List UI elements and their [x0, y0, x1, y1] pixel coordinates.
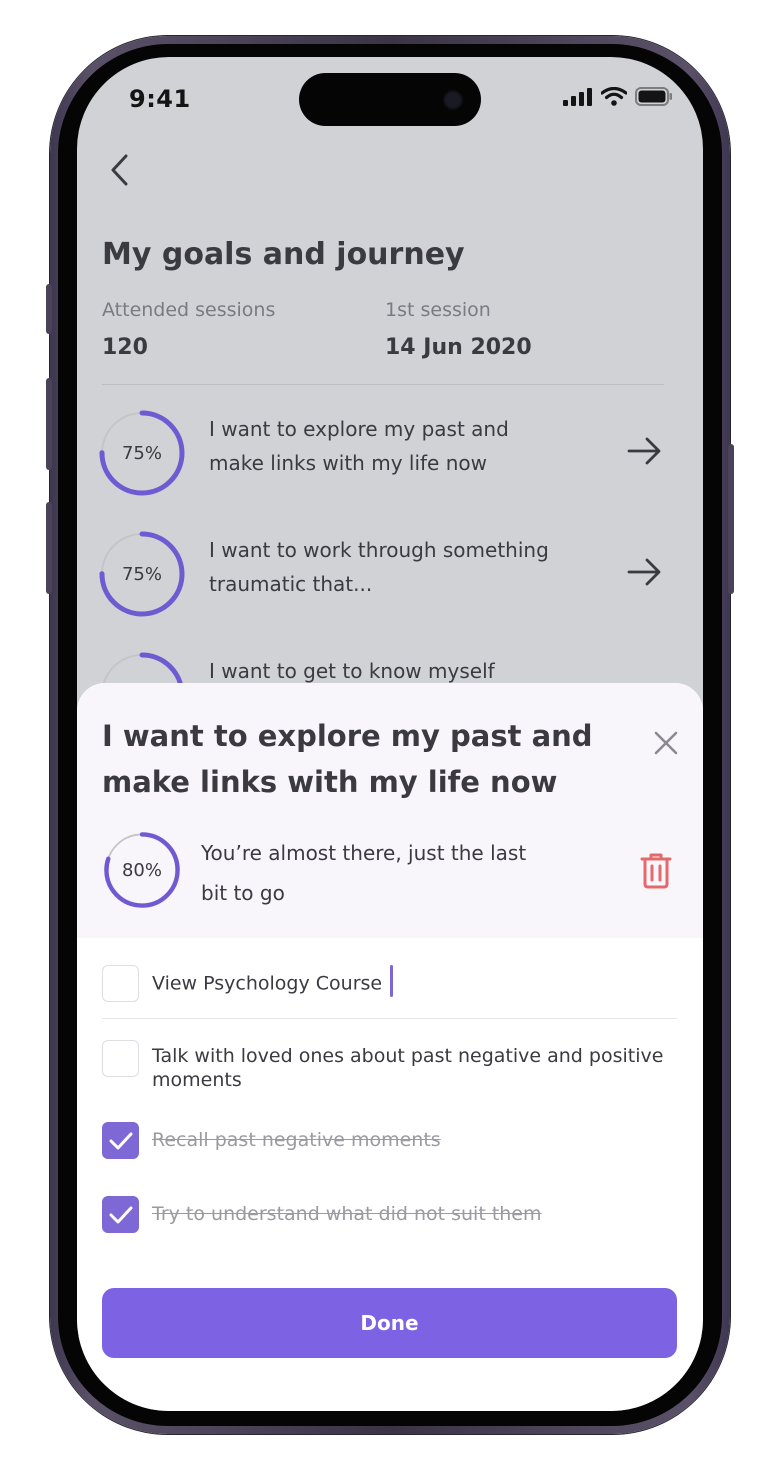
stat-value: 120: [102, 335, 148, 360]
arrow-right-icon[interactable]: [627, 436, 663, 466]
task-checkbox[interactable]: [102, 1040, 139, 1077]
stat-label: Attended sessions: [102, 299, 276, 321]
close-icon[interactable]: [652, 729, 680, 757]
dynamic-island: [299, 73, 481, 126]
checkmark-icon: [109, 1206, 133, 1224]
signal-icon: [563, 87, 592, 106]
task-checkbox-checked[interactable]: [102, 1122, 139, 1159]
task-text: Try to understand what did not suit them: [152, 1203, 542, 1225]
volume-up-button: [46, 378, 52, 470]
task-checkbox-checked[interactable]: [102, 1196, 139, 1233]
status-icons: [563, 87, 673, 106]
text-cursor: [390, 965, 394, 997]
arrow-right-icon[interactable]: [627, 557, 663, 587]
task-item[interactable]: Recall past negative moments: [102, 1122, 682, 1159]
screen: 9:41 My goals and journey Attended sessi…: [77, 57, 703, 1411]
goal-percent: 75%: [121, 563, 162, 585]
chevron-left-icon: [111, 154, 128, 186]
sheet-title: I want to explore my past and make links…: [102, 719, 593, 799]
goal-text: I want to explore my past and make links…: [209, 417, 509, 475]
goal-text: I want to work through something traumat…: [209, 538, 549, 596]
divider: [102, 384, 664, 385]
trash-icon[interactable]: [639, 851, 673, 889]
status-time: 9:41: [129, 85, 191, 113]
checkmark-icon: [109, 1132, 133, 1150]
done-button[interactable]: Done: [102, 1288, 677, 1358]
sheet-header: I want to explore my past and make links…: [77, 683, 703, 938]
first-session-stat: 1st session 14 Jun 2020: [385, 299, 532, 360]
task-item[interactable]: View Psychology Course: [102, 965, 682, 1002]
task-text: Talk with loved ones about past negative…: [152, 1045, 664, 1091]
sheet-progress-text: You’re almost there, just the last bit t…: [201, 841, 527, 905]
action-button: [46, 284, 52, 334]
task-item[interactable]: Talk with loved ones about past negative…: [102, 1040, 682, 1091]
stat-value: 14 Jun 2020: [385, 335, 532, 360]
goal-percent: 75%: [121, 442, 162, 464]
attended-sessions-stat: Attended sessions 120: [102, 299, 275, 360]
battery-icon: [635, 87, 672, 106]
divider: [102, 1018, 677, 1019]
power-button: [728, 444, 734, 594]
goal-row[interactable]: 75% I want to work through something tra…: [97, 529, 667, 619]
wifi-icon: [601, 87, 627, 106]
task-text: Recall past negative moments: [152, 1129, 441, 1151]
goal-detail-sheet: I want to explore my past and make links…: [77, 683, 703, 1411]
task-checkbox[interactable]: [102, 965, 139, 1002]
task-text-input[interactable]: View Psychology Course: [152, 965, 672, 997]
back-button[interactable]: [105, 153, 135, 187]
page-title: My goals and journey: [102, 237, 465, 272]
stat-label: 1st session: [385, 299, 491, 321]
task-item[interactable]: Try to understand what did not suit them: [102, 1196, 682, 1233]
sheet-progress-percent: 80%: [121, 859, 162, 881]
volume-down-button: [46, 502, 52, 594]
goal-row[interactable]: 75% I want to explore my past and make l…: [97, 408, 667, 498]
camera-icon: [443, 90, 463, 110]
